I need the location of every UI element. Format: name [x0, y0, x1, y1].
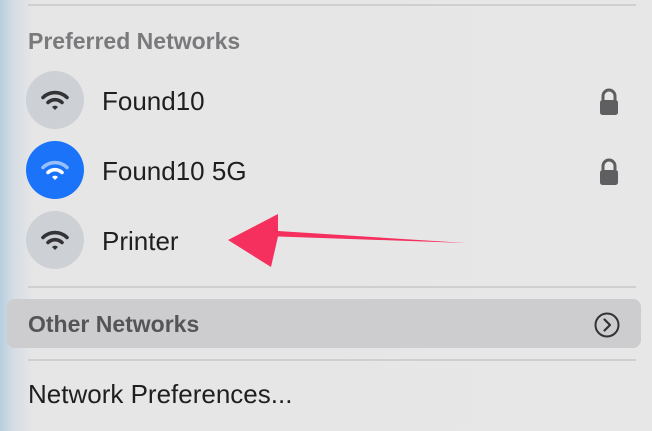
- network-name: Found10: [102, 86, 205, 116]
- divider: [28, 359, 636, 361]
- top-divider: [28, 4, 636, 6]
- other-networks-label: Other Networks: [28, 311, 200, 337]
- wifi-icon: [26, 211, 84, 269]
- wifi-icon: [26, 71, 84, 129]
- divider: [28, 286, 636, 288]
- section-title: Preferred Networks: [28, 28, 241, 54]
- network-name: Found10 5G: [102, 156, 247, 186]
- network-item-found10[interactable]: Found10: [26, 71, 636, 131]
- network-item-found10-5g[interactable]: Found10 5G: [26, 141, 636, 201]
- wifi-icon: [26, 141, 84, 199]
- network-preferences-item[interactable]: Network Preferences...: [28, 379, 292, 410]
- network-name: Printer: [102, 226, 179, 256]
- lock-icon: [600, 88, 618, 115]
- lock-icon: [600, 158, 618, 185]
- network-item-printer[interactable]: Printer: [26, 211, 636, 271]
- chevron-right-circle-icon[interactable]: [594, 312, 620, 338]
- other-networks-item[interactable]: Other Networks: [7, 299, 641, 348]
